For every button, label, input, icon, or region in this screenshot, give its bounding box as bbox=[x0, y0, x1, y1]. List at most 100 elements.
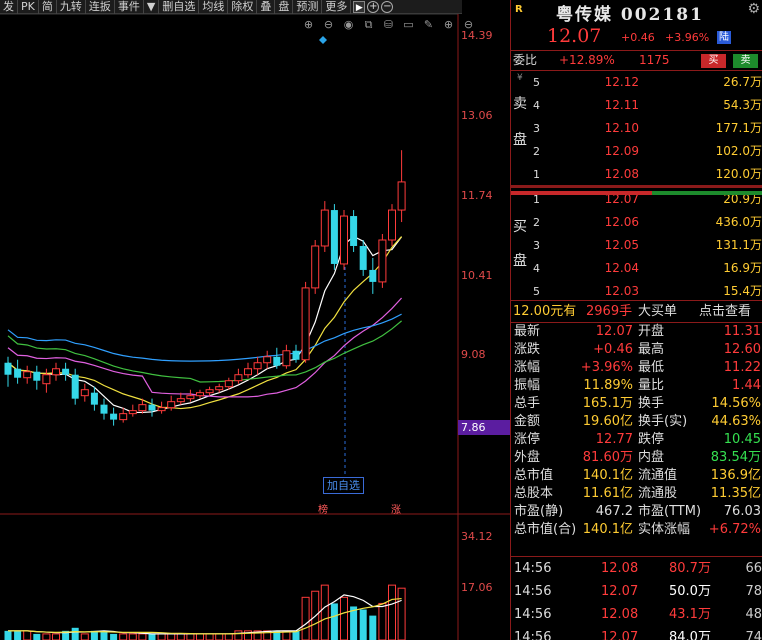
volume-bar bbox=[52, 633, 60, 640]
r-badge: R bbox=[515, 4, 523, 15]
candle-body bbox=[378, 239, 387, 283]
toolbar-item-3[interactable]: 九转 bbox=[57, 0, 86, 14]
order-ratio-value: +12.89% bbox=[559, 53, 615, 67]
bid-row[interactable]: 3 12.05 131.1万 bbox=[511, 234, 762, 257]
volume-bar bbox=[205, 633, 214, 640]
sell-button[interactable]: 卖 bbox=[733, 54, 758, 68]
candle-body bbox=[301, 287, 310, 361]
toolbar-item-10[interactable]: 叠 bbox=[257, 0, 276, 14]
order-ratio-row: 委比 +12.89% 1175 买 卖 bbox=[511, 50, 762, 70]
ask-row[interactable]: 4 12.11 54.3万 bbox=[511, 94, 762, 117]
volume-bar bbox=[378, 602, 387, 640]
stat-row: 振幅 11.89% 量比 1.44 bbox=[514, 378, 761, 393]
toolbar-item-11[interactable]: 盘 bbox=[275, 0, 294, 14]
toolbar-item-12[interactable]: 预测 bbox=[293, 0, 323, 14]
toolbar-item-1[interactable]: PK bbox=[18, 0, 39, 14]
volume-axis-mid: 17.06 bbox=[461, 581, 493, 594]
candle-body bbox=[4, 362, 12, 375]
volume-bar bbox=[33, 633, 41, 640]
volume-bar bbox=[148, 633, 156, 640]
candle-body bbox=[167, 401, 176, 409]
stock-title: 粤传媒 002181 bbox=[556, 5, 704, 25]
candle-body bbox=[359, 245, 367, 270]
add-watch-button[interactable]: 加自选 bbox=[323, 477, 364, 494]
volume-bar bbox=[157, 633, 166, 640]
toolbar-item-13[interactable]: 更多 bbox=[322, 0, 352, 14]
toolbar-item-7[interactable]: 删自选 bbox=[159, 0, 200, 14]
price: 12.12 bbox=[604, 75, 639, 89]
volume: 54.3万 bbox=[723, 98, 762, 112]
volume-bar bbox=[110, 633, 118, 640]
volume-bar bbox=[196, 633, 204, 640]
price-axis-label: 14.39 bbox=[461, 29, 493, 42]
volume-bar bbox=[340, 596, 348, 640]
candle-body bbox=[23, 371, 32, 379]
volume-bar bbox=[320, 584, 329, 640]
toolbar-item-4[interactable]: 连扳 bbox=[86, 0, 115, 14]
quote-panel: R 粤传媒 002181 ⚙ 12.07 +0.46 +3.96% 陆 委比 +… bbox=[510, 0, 762, 640]
ask-book: ¥ 卖 盘 5 12.12 26.7万 4 12.11 54.3万 3 12.10 177.1万… bbox=[511, 70, 762, 185]
gear-icon[interactable]: ⚙ bbox=[747, 1, 760, 17]
tick-row: 14:56 12.07 50.0万 78 bbox=[514, 584, 762, 599]
toolbar-item-5[interactable]: 事件 bbox=[115, 0, 144, 14]
ask-row[interactable]: 5 12.12 26.7万 bbox=[511, 71, 762, 94]
candle-body bbox=[196, 392, 204, 397]
ask-row[interactable]: 3 12.10 177.1万 bbox=[511, 117, 762, 140]
volume-bar bbox=[71, 627, 79, 640]
kline-chart[interactable] bbox=[0, 14, 510, 640]
ask-row[interactable]: 2 12.09 102.0万 bbox=[511, 140, 762, 163]
volume-bar bbox=[215, 633, 224, 640]
price: 12.08 bbox=[604, 167, 639, 181]
candle-body bbox=[320, 209, 329, 247]
bid-ask-strength-bar bbox=[511, 191, 762, 195]
level: 2 bbox=[533, 216, 540, 229]
big-order-row[interactable]: 12.00元有 2969手 大买单 点击查看 bbox=[511, 300, 762, 322]
volume-bar bbox=[138, 633, 147, 640]
stat-row: 最新 12.07 开盘 11.31 bbox=[514, 324, 761, 339]
volume-bar bbox=[176, 633, 185, 640]
volume-bar bbox=[23, 630, 32, 640]
mark-list[interactable]: 榜 bbox=[318, 501, 328, 516]
toolbar-item-2[interactable]: 简 bbox=[39, 0, 57, 14]
bid-row[interactable]: 2 12.06 436.0万 bbox=[511, 211, 762, 234]
price-have: 12.00元有 bbox=[513, 304, 577, 319]
volume: 16.9万 bbox=[723, 261, 762, 275]
play-arrow-icon[interactable]: ▶ bbox=[353, 0, 366, 13]
stat-row: 总市值(合) 140.1亿 实体涨幅 +6.72% bbox=[514, 522, 761, 537]
ask-row[interactable]: 1 12.08 120.0万 bbox=[511, 163, 762, 186]
toolbar-item-0[interactable]: 发 bbox=[0, 0, 18, 14]
toolbar-item-8[interactable]: 均线 bbox=[199, 0, 229, 14]
toolbar-item-9[interactable]: 除权 bbox=[228, 0, 258, 14]
level: 4 bbox=[533, 262, 540, 275]
volume-bar bbox=[14, 630, 22, 640]
buy-button[interactable]: 买 bbox=[701, 54, 726, 68]
plus-circle-icon[interactable]: + bbox=[367, 0, 380, 13]
stat-row: 总股本 11.61亿 流通股 11.35亿 bbox=[514, 486, 761, 501]
price-axis-label: 11.74 bbox=[461, 189, 493, 202]
candle-body bbox=[388, 209, 396, 241]
candle-body bbox=[71, 374, 79, 399]
minus-circle-icon[interactable]: − bbox=[381, 0, 394, 13]
toolbar-item-6[interactable]: ▼ bbox=[144, 0, 160, 14]
tick-row: 14:56 12.07 84.0万 74 bbox=[514, 630, 762, 640]
volume-bar bbox=[224, 633, 233, 640]
volume-bar bbox=[369, 615, 377, 640]
stat-row: 涨停 12.77 跌停 10.45 bbox=[514, 432, 761, 447]
big-buy-label: 大买单 bbox=[638, 304, 678, 319]
candle-body bbox=[100, 404, 108, 414]
candle-body bbox=[80, 389, 89, 397]
candle-body bbox=[340, 215, 348, 265]
candle-body bbox=[128, 410, 137, 415]
tick-list[interactable]: 14:56 12.08 80.7万 66 14:56 12.07 50.0万 78 14:56 1… bbox=[511, 556, 762, 640]
connect-badge[interactable]: 陆 bbox=[717, 31, 731, 44]
candle-body bbox=[224, 380, 233, 388]
candle-body bbox=[273, 356, 281, 366]
volume: 120.0万 bbox=[715, 167, 762, 181]
candle-body bbox=[33, 371, 41, 381]
click-view-link[interactable]: 点击查看 bbox=[699, 301, 751, 322]
candle-body bbox=[148, 404, 156, 411]
bid-row[interactable]: 4 12.04 16.9万 bbox=[511, 257, 762, 280]
diamond-marker-icon bbox=[319, 36, 327, 44]
candle-body bbox=[186, 395, 195, 400]
mark-limit-up[interactable]: 涨 bbox=[391, 501, 401, 516]
